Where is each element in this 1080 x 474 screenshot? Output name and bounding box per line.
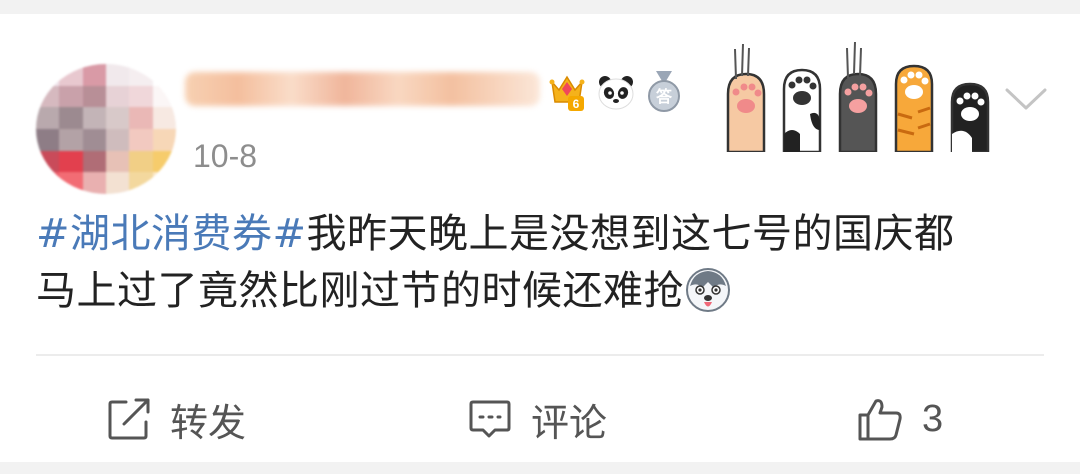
forward-button[interactable]: 转发 [106, 379, 246, 459]
crown-level-badge-icon[interactable]: 6 [548, 72, 586, 112]
weibo-post-card: 6 答 10-8 #湖北消费券#我昨天晚上是没想到这七号的国庆都 马上过了竟然比… [0, 14, 1080, 462]
cat-paws-decoration-icon [726, 41, 990, 152]
thumbs-up-icon [858, 399, 902, 441]
answer-badge-label: 答 [656, 87, 673, 106]
comment-button[interactable]: 评论 [467, 379, 607, 459]
action-bar: 转发 评论 3 [0, 379, 1080, 459]
answer-medal-badge-icon[interactable]: 答 [646, 71, 682, 113]
like-button[interactable]: 3 [856, 379, 943, 459]
crown-level-number: 6 [573, 97, 580, 111]
like-count: 3 [922, 397, 944, 440]
share-icon [108, 398, 150, 440]
post-content: #湖北消费券#我昨天晚上是没想到这七号的国庆都 马上过了竟然比刚过节的时候还难抢 [36, 206, 1046, 320]
chevron-down-icon[interactable] [1004, 86, 1048, 114]
divider [36, 354, 1044, 356]
panda-badge-icon[interactable] [596, 72, 636, 112]
username-blurred[interactable] [185, 72, 540, 106]
forward-label: 转发 [170, 400, 247, 445]
post-text-line1: 我昨天晚上是没想到这七号的国庆都 [306, 211, 955, 257]
post-date: 10-8 [193, 138, 258, 174]
comment-icon [469, 400, 511, 438]
user-badges: 6 答 [548, 70, 682, 114]
post-text-line2: 马上过了竟然比刚过节的时候还难抢 [36, 268, 684, 314]
husky-emoji-icon [686, 268, 730, 312]
avatar[interactable] [36, 64, 176, 194]
topic-link[interactable]: #湖北消费券# [36, 211, 307, 257]
comment-label: 评论 [531, 400, 608, 445]
